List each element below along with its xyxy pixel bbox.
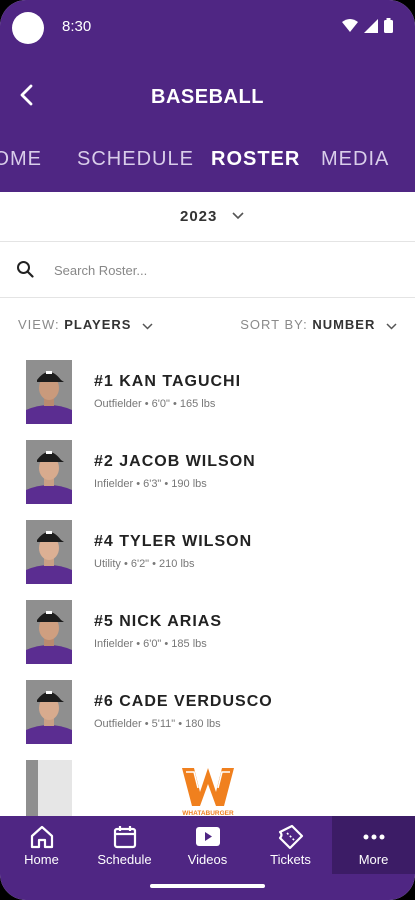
player-row[interactable]: #5 NICK ARIAS Infielder • 6'0" • 185 lbs (0, 590, 415, 670)
sort-filter-label: SORT BY: (240, 317, 308, 332)
player-headshot (26, 760, 72, 816)
player-name: #2 JACOB WILSON (94, 453, 256, 470)
player-photo (26, 680, 72, 744)
status-icons (342, 18, 393, 33)
player-headshot (26, 440, 72, 504)
calendar-icon (113, 826, 136, 849)
section-tabs: HOME SCHEDULE ROSTER MEDIA (0, 128, 415, 192)
player-details: Infielder • 6'0" • 185 lbs (94, 638, 207, 650)
app-header: BASEBALL (0, 58, 415, 128)
more-icon (363, 834, 384, 840)
player-photo (26, 760, 72, 816)
player-name: #1 KAN TAGUCHI (94, 373, 242, 390)
player-row[interactable]: #1 KAN TAGUCHI Outfielder • 6'0" • 165 l… (0, 350, 415, 430)
camera-cutout (12, 12, 44, 44)
nav-more-label: More (358, 852, 389, 867)
sort-filter[interactable]: SORT BY: NUMBER (240, 317, 397, 332)
view-filter-label: VIEW: (18, 317, 60, 332)
chevron-down-icon (386, 323, 397, 330)
whataburger-logo: WHATABURGER (182, 768, 234, 817)
year-value: 2023 (180, 208, 218, 225)
sort-filter-value: NUMBER (312, 317, 376, 332)
nav-home[interactable]: Home (0, 816, 83, 874)
nav-schedule[interactable]: Schedule (83, 816, 166, 874)
status-time: 8:30 (62, 18, 92, 35)
player-details: Utility • 6'2" • 210 lbs (94, 558, 195, 570)
player-photo (26, 440, 72, 504)
sponsor-logo[interactable]: WHATABURGER (180, 762, 236, 818)
filter-bar: VIEW: PLAYERS SORT BY: NUMBER (0, 298, 415, 350)
player-headshot (26, 600, 72, 664)
player-details: Outfielder • 6'0" • 165 lbs (94, 398, 216, 410)
nav-tickets-label: Tickets (270, 852, 311, 867)
nav-more[interactable]: More (332, 816, 415, 874)
app-screen: 8:30 BASEBALL HOME SCHEDULE ROSTER MEDIA… (0, 0, 415, 900)
player-headshot (26, 360, 72, 424)
nav-tickets[interactable]: Tickets (249, 816, 332, 874)
player-photo (26, 520, 72, 584)
signal-icon (364, 18, 378, 33)
status-bar: 8:30 (0, 0, 415, 58)
tab-schedule[interactable]: SCHEDULE (77, 148, 194, 171)
player-row[interactable]: #2 JACOB WILSON Infielder • 6'3" • 190 l… (0, 430, 415, 510)
nav-videos[interactable]: Videos (166, 816, 249, 874)
player-name: #6 CADE VERDUSCO (94, 693, 273, 710)
player-headshot (26, 520, 72, 584)
home-gesture-bar[interactable] (150, 884, 265, 888)
view-filter[interactable]: VIEW: PLAYERS (18, 317, 153, 332)
chevron-down-icon (232, 212, 244, 220)
tab-media[interactable]: MEDIA (321, 148, 389, 171)
player-photo (26, 360, 72, 424)
tab-home[interactable]: HOME (0, 148, 42, 171)
search-icon (17, 261, 34, 278)
player-row[interactable]: #4 TYLER WILSON Utility • 6'2" • 210 lbs (0, 510, 415, 590)
player-details: Outfielder • 5'11" • 180 lbs (94, 718, 221, 730)
nav-schedule-label: Schedule (97, 852, 152, 867)
roster-list: #1 KAN TAGUCHI Outfielder • 6'0" • 165 l… (0, 350, 415, 816)
player-row[interactable]: #6 CADE VERDUSCO Outfielder • 5'11" • 18… (0, 670, 415, 750)
year-selector[interactable]: 2023 (0, 192, 415, 242)
search-input[interactable] (54, 256, 394, 284)
player-headshot (26, 680, 72, 744)
nav-home-label: Home (24, 852, 59, 867)
player-name: #5 NICK ARIAS (94, 613, 222, 630)
ticket-icon (278, 824, 303, 850)
tab-roster[interactable]: ROSTER (211, 148, 300, 171)
chevron-down-icon (142, 323, 153, 330)
page-title: BASEBALL (151, 86, 264, 108)
gesture-area (0, 874, 415, 900)
player-name: #4 TYLER WILSON (94, 533, 253, 550)
home-icon (30, 825, 53, 849)
player-photo (26, 600, 72, 664)
wifi-icon (342, 18, 358, 32)
view-filter-value: PLAYERS (64, 317, 132, 332)
search-bar (0, 242, 415, 298)
nav-videos-label: Videos (187, 852, 228, 867)
play-icon (195, 827, 220, 846)
player-details: Infielder • 6'3" • 190 lbs (94, 478, 207, 490)
battery-icon (384, 18, 393, 33)
bottom-navigation: Home Schedule Videos Tickets More (0, 816, 415, 874)
